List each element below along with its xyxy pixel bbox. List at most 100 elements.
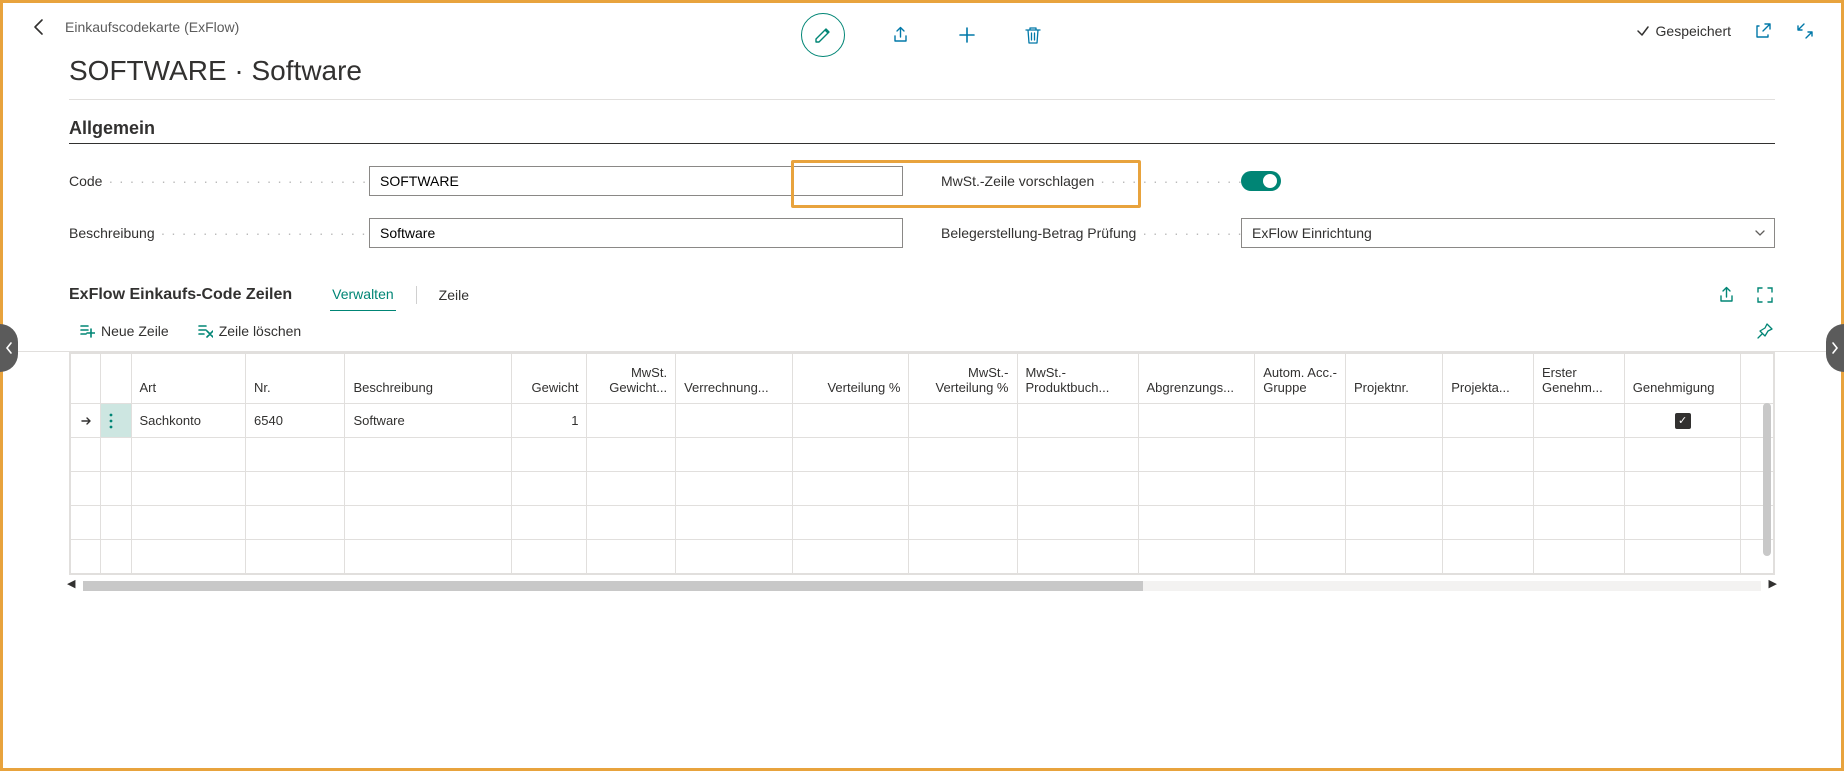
cell-mwst-gewicht[interactable] (587, 404, 676, 438)
table-row-empty[interactable] (71, 438, 1774, 472)
delete-button[interactable] (1023, 25, 1043, 45)
vat-suggest-toggle[interactable] (1241, 171, 1281, 191)
delete-line-button[interactable]: Zeile löschen (197, 323, 302, 339)
cell-projektnr[interactable] (1345, 404, 1442, 438)
collapse-button[interactable] (1795, 21, 1815, 41)
cell-autom-acc[interactable] (1255, 404, 1346, 438)
lines-table: Art Nr. Beschreibung Gewicht MwSt. Gewic… (70, 353, 1774, 574)
collapse-icon (1796, 22, 1814, 40)
pencil-icon (813, 25, 833, 45)
col-mwst-produkt[interactable]: MwSt.-Produktbuch... (1017, 354, 1138, 404)
horizontal-scrollbar[interactable]: ◀ ▶ (67, 579, 1777, 593)
arrow-right-icon (79, 414, 93, 428)
table-header: Art Nr. Beschreibung Gewicht MwSt. Gewic… (71, 354, 1774, 404)
lines-title: ExFlow Einkaufs-Code Zeilen (69, 286, 292, 304)
section-title: Allgemein (69, 118, 1775, 144)
col-mwst-verteilung[interactable]: MwSt.-Verteilung % (909, 354, 1017, 404)
section-general: Allgemein Code MwSt.-Zeile vorschlagen B… (3, 100, 1841, 278)
lines-header: ExFlow Einkaufs-Code Zeilen Verwalten Ze… (3, 278, 1841, 311)
cell-mwst-verteilung[interactable] (909, 404, 1017, 438)
cell-mwst-produkt[interactable] (1017, 404, 1138, 438)
col-verteilung[interactable]: Verteilung % (792, 354, 909, 404)
popout-button[interactable] (1753, 21, 1773, 41)
col-verrechnung[interactable]: Verrechnung... (676, 354, 793, 404)
share-icon (891, 25, 911, 45)
vat-suggest-label: MwSt.-Zeile vorschlagen (941, 173, 1241, 189)
popout-icon (1754, 22, 1772, 40)
doc-amount-select[interactable]: ExFlow Einrichtung (1241, 218, 1775, 248)
lines-toolbar: Neue Zeile Zeile löschen (3, 311, 1841, 352)
scroll-left-icon[interactable]: ◀ (67, 577, 75, 590)
scroll-thumb[interactable] (83, 581, 1143, 591)
pin-icon (1756, 322, 1774, 340)
desc-input[interactable] (369, 218, 903, 248)
vertical-scrollbar[interactable] (1763, 403, 1771, 556)
col-abgrenzung[interactable]: Abgrenzungs... (1138, 354, 1255, 404)
next-record-button[interactable] (1826, 324, 1844, 372)
new-line-button[interactable]: Neue Zeile (79, 323, 169, 339)
divider (416, 286, 417, 304)
col-art[interactable]: Art (131, 354, 246, 404)
checkbox-checked-icon: ✓ (1675, 413, 1691, 429)
table-row-empty[interactable] (71, 506, 1774, 540)
chevron-left-icon (4, 341, 14, 355)
col-projekta[interactable]: Projekta... (1443, 354, 1534, 404)
cell-erster-genehm[interactable] (1533, 404, 1624, 438)
lines-share-button[interactable] (1717, 285, 1737, 305)
arrow-left-icon (30, 17, 50, 37)
col-genehmigung[interactable]: Genehmigung (1624, 354, 1741, 404)
col-erster-genehm[interactable]: Erster Genehm... (1533, 354, 1624, 404)
new-button[interactable] (957, 25, 977, 45)
chevron-right-icon (1830, 341, 1840, 355)
back-button[interactable] (29, 16, 51, 38)
table-row-empty[interactable] (71, 472, 1774, 506)
code-input[interactable] (369, 166, 903, 196)
cell-genehmigung[interactable]: ✓ (1624, 404, 1741, 438)
cell-abgrenzung[interactable] (1138, 404, 1255, 438)
delete-line-icon (197, 323, 213, 339)
tab-manage[interactable]: Verwalten (330, 278, 395, 311)
col-projektnr[interactable]: Projektnr. (1345, 354, 1442, 404)
more-vertical-icon (109, 413, 113, 429)
desc-label: Beschreibung (69, 225, 369, 241)
cell-gewicht[interactable]: 1 (511, 404, 587, 438)
cell-nr[interactable]: 6540 (246, 404, 345, 438)
trash-icon (1024, 25, 1042, 45)
col-nr[interactable]: Nr. (246, 354, 345, 404)
code-label: Code (69, 173, 369, 189)
pin-button[interactable] (1755, 321, 1775, 341)
share-button[interactable] (891, 25, 911, 45)
table-row-empty[interactable] (71, 540, 1774, 574)
cell-verrechnung[interactable] (676, 404, 793, 438)
row-menu[interactable] (101, 404, 131, 438)
top-center-actions (801, 13, 1043, 57)
col-mwst-gewicht[interactable]: MwSt. Gewicht... (587, 354, 676, 404)
lines-table-wrap: Art Nr. Beschreibung Gewicht MwSt. Gewic… (69, 352, 1775, 575)
cell-beschreibung[interactable]: Software (345, 404, 511, 438)
saved-indicator: Gespeichert (1636, 23, 1731, 39)
col-autom-acc[interactable]: Autom. Acc.-Gruppe (1255, 354, 1346, 404)
delete-line-label: Zeile löschen (219, 323, 302, 339)
lines-maximize-button[interactable] (1755, 285, 1775, 305)
edit-button[interactable] (801, 13, 845, 57)
check-icon (1636, 24, 1650, 38)
new-line-icon (79, 323, 95, 339)
table-row[interactable]: Sachkonto 6540 Software 1 ✓ (71, 404, 1774, 438)
maximize-icon (1756, 286, 1774, 304)
col-gewicht[interactable]: Gewicht (511, 354, 587, 404)
saved-label: Gespeichert (1656, 23, 1731, 39)
tab-line[interactable]: Zeile (437, 279, 471, 311)
row-selector[interactable] (71, 404, 101, 438)
cell-projekta[interactable] (1443, 404, 1534, 438)
page-title: SOFTWARE · Software (3, 51, 1841, 99)
chevron-down-icon (1754, 227, 1766, 239)
top-right-actions: Gespeichert (1636, 21, 1815, 41)
scroll-right-icon[interactable]: ▶ (1769, 577, 1777, 590)
cell-art[interactable]: Sachkonto (131, 404, 246, 438)
share-icon (1718, 286, 1736, 304)
doc-amount-value: ExFlow Einrichtung (1252, 225, 1372, 241)
new-line-label: Neue Zeile (101, 323, 169, 339)
doc-amount-label: Belegerstellung-Betrag Prüfung (941, 225, 1241, 241)
col-beschreibung[interactable]: Beschreibung (345, 354, 511, 404)
cell-verteilung[interactable] (792, 404, 909, 438)
